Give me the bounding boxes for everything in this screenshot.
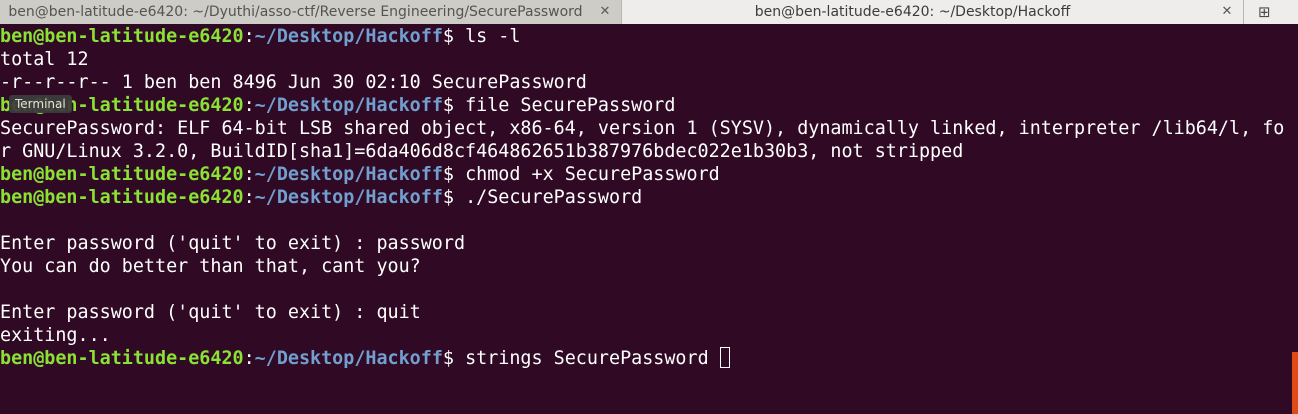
output-text: Enter password ('quit' to exit) : passwo… — [0, 233, 466, 254]
prompt-symbol: $ — [442, 348, 466, 369]
prompt-path: ~/Desktop/Hackoff — [254, 187, 443, 208]
command-text: file SecurePassword — [465, 95, 676, 116]
prompt-line: ben@ben-latitude-e6420:~/Desktop/Hackoff… — [0, 347, 1298, 370]
new-tab-icon: ⊞ — [1258, 3, 1271, 21]
prompt-user: ben@ben-latitude-e6420 — [0, 26, 244, 47]
text-cursor — [719, 347, 730, 368]
new-tab-button[interactable]: ⊞ — [1244, 0, 1298, 24]
prompt-symbol: $ — [442, 95, 466, 116]
prompt-path: ~/Desktop/Hackoff — [254, 95, 443, 116]
output-line: exiting... — [0, 324, 1298, 347]
tab-securepassword[interactable]: ben@ben-latitude-e6420: ~/Dyuthi/asso-ct… — [0, 0, 622, 24]
output-text: Enter password ('quit' to exit) : quit — [0, 302, 421, 323]
prompt-user: ben@ben-latitude-e6420 — [0, 348, 244, 369]
scrollbar[interactable] — [1292, 352, 1298, 414]
output-text: You can do better than that, cant you? — [0, 256, 421, 277]
close-icon[interactable]: ✕ — [597, 0, 613, 24]
prompt-symbol: $ — [442, 187, 466, 208]
output-text: -r--r--r-- 1 ben ben 8496 Jun 30 02:10 S… — [0, 72, 587, 93]
prompt-line: ben@ben-latitude-e6420:~/Desktop/Hackoff… — [0, 186, 1298, 209]
prompt-path: ~/Desktop/Hackoff — [254, 348, 443, 369]
command-text: ls -l — [465, 26, 521, 47]
prompt-path: ~/Desktop/Hackoff — [254, 26, 443, 47]
prompt-line: ben@ben-latitude-e6420:~/Desktop/Hackoff… — [0, 94, 1298, 117]
tab-hackoff[interactable]: ben@ben-latitude-e6420: ~/Desktop/Hackof… — [622, 0, 1244, 24]
prompt-line: ben@ben-latitude-e6420:~/Desktop/Hackoff… — [0, 25, 1298, 48]
output-text: exiting... — [0, 325, 111, 346]
prompt-user: ben@ben-latitude-e6420 — [0, 164, 244, 185]
close-icon[interactable]: ✕ — [1219, 0, 1235, 24]
output-line: total 12 — [0, 48, 1298, 71]
tab-bar: ben@ben-latitude-e6420: ~/Dyuthi/asso-ct… — [0, 0, 1298, 24]
prompt-separator: : — [243, 26, 255, 47]
output-text: SecurePassword: ELF 64-bit LSB shared ob… — [0, 118, 1285, 139]
prompt-symbol: $ — [442, 26, 466, 47]
prompt-symbol: $ — [442, 164, 466, 185]
prompt-separator: : — [243, 187, 255, 208]
output-line: Enter password ('quit' to exit) : passwo… — [0, 232, 1298, 255]
tab-title: ben@ben-latitude-e6420: ~/Dyuthi/asso-ct… — [8, 4, 583, 20]
prompt-separator: : — [243, 164, 255, 185]
output-line: You can do better than that, cant you? — [0, 255, 1298, 278]
tab-title: ben@ben-latitude-e6420: ~/Desktop/Hackof… — [754, 4, 1071, 20]
command-text: chmod +x SecurePassword — [465, 164, 720, 185]
prompt-separator: : — [243, 95, 255, 116]
terminal-window: ben@ben-latitude-e6420: ~/Dyuthi/asso-ct… — [0, 0, 1298, 414]
prompt-line: ben@ben-latitude-e6420:~/Desktop/Hackoff… — [0, 163, 1298, 186]
command-text: ./SecurePassword — [465, 187, 643, 208]
output-line: r GNU/Linux 3.2.0, BuildID[sha1]=6da406d… — [0, 140, 1298, 163]
tooltip: Terminal — [9, 95, 72, 113]
output-line: SecurePassword: ELF 64-bit LSB shared ob… — [0, 117, 1298, 140]
prompt-user: ben@ben-latitude-e6420 — [0, 187, 244, 208]
output-line: Enter password ('quit' to exit) : quit — [0, 301, 1298, 324]
output-text: r GNU/Linux 3.2.0, BuildID[sha1]=6da406d… — [0, 141, 964, 162]
output-line: -r--r--r-- 1 ben ben 8496 Jun 30 02:10 S… — [0, 71, 1298, 94]
terminal-output[interactable]: ben@ben-latitude-e6420:~/Desktop/Hackoff… — [0, 25, 1298, 414]
prompt-separator: : — [243, 348, 255, 369]
prompt-path: ~/Desktop/Hackoff — [254, 164, 443, 185]
command-text: strings SecurePassword — [465, 348, 720, 369]
output-text: total 12 — [0, 49, 89, 70]
